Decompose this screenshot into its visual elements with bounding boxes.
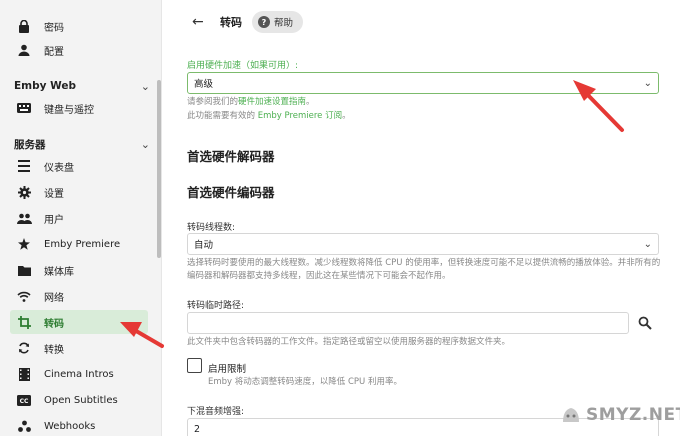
sidebar-item-settings[interactable]: 设置	[10, 180, 148, 204]
sidebar-item-label: 转换	[44, 344, 64, 356]
sidebar-item-library[interactable]: 媒体库	[10, 258, 148, 282]
sidebar-item-users[interactable]: 用户	[10, 206, 148, 230]
svg-text:CC: CC	[20, 398, 29, 405]
sidebar-section-emby-web[interactable]: Emby Web ⌄	[14, 76, 150, 96]
film-icon	[16, 366, 32, 382]
sidebar-item-label: Webhooks	[44, 420, 96, 432]
hw-accel-help-1: 请参阅我们的硬件加速设置指南。	[187, 96, 667, 109]
sync-icon	[16, 340, 32, 356]
crop-icon	[16, 314, 32, 330]
threads-value: 自动	[194, 240, 214, 251]
sidebar-item-label: 媒体库	[44, 266, 74, 278]
keyboard-icon	[16, 100, 32, 116]
help-text: 请参阅我们的	[187, 97, 239, 107]
sidebar-scrollbar[interactable]	[157, 80, 161, 258]
sidebar-item-transcoding[interactable]: 转码	[10, 310, 148, 334]
folder-icon	[16, 262, 32, 278]
cc-icon: CC	[16, 392, 32, 408]
sidebar-item-cinema-intros[interactable]: Cinema Intros	[10, 362, 148, 386]
chevron-down-icon: ⌄	[643, 77, 652, 89]
section-title: 服务器	[14, 138, 46, 151]
hw-accel-help-2: 此功能需要有效的 Emby Premiere 订阅。	[187, 110, 667, 123]
throttle-label: 启用限制	[208, 364, 247, 375]
section-title: Emby Web	[14, 80, 76, 92]
threads-label: 转码线程数:	[187, 223, 236, 233]
sidebar-item-label: 网络	[44, 292, 64, 304]
hw-accel-select[interactable]: 高级 ⌄	[187, 72, 659, 94]
sidebar-item-dashboard[interactable]: 仪表盘	[10, 154, 148, 178]
star-icon	[16, 236, 32, 252]
sidebar-item-label: 配置	[44, 46, 64, 58]
person-icon	[16, 42, 32, 58]
sidebar-item-label: 密码	[44, 22, 64, 34]
sidebar-item-label: Cinema Intros	[44, 368, 114, 380]
gear-icon	[16, 184, 32, 200]
dashboard-icon	[16, 158, 32, 174]
temp-path-help: 此文件夹中包含转码器的工作文件。指定路径或留空以使用服务器的程序数据文件夹。	[187, 337, 511, 347]
sidebar-section-server[interactable]: 服务器 ⌄	[14, 134, 150, 154]
emby-premiere-link[interactable]: Emby Premiere 订阅	[258, 111, 342, 121]
decoders-section-title: 首选硬件解码器	[187, 149, 275, 164]
downmix-label: 下混音频增强:	[187, 407, 245, 417]
encoders-section-title: 首选硬件编码器	[187, 185, 275, 200]
page-title: 转码	[220, 16, 242, 29]
watermark-logo-icon	[560, 404, 582, 426]
sidebar: 密码 配置 Emby Web ⌄ 键盘与遥控 服务器 ⌄ 仪表盘 设置 用户 E…	[0, 0, 162, 436]
help-button[interactable]: ? 帮助	[252, 11, 304, 33]
sidebar-item-password[interactable]: 密码	[10, 14, 148, 38]
users-icon	[16, 210, 32, 226]
help-icon: ?	[258, 16, 270, 28]
throttle-help: Emby 将动态调整转码速度，以降低 CPU 利用率。	[208, 377, 402, 387]
help-text: 此功能需要有效的	[187, 111, 258, 121]
sidebar-item-webhooks[interactable]: Webhooks	[10, 414, 148, 436]
help-text: 。	[306, 97, 315, 107]
sidebar-item-network[interactable]: 网络	[10, 284, 148, 308]
watermark-text: SMYZ.NET	[586, 405, 680, 425]
sidebar-item-label: Open Subtitles	[44, 394, 118, 406]
wifi-icon	[16, 288, 32, 304]
threads-select[interactable]: 自动 ⌄	[187, 233, 659, 255]
hw-accel-value: 高级	[194, 79, 214, 90]
sidebar-item-label: 转码	[44, 318, 64, 330]
webhook-icon	[16, 418, 32, 434]
sidebar-item-open-subtitles[interactable]: CC Open Subtitles	[10, 388, 148, 412]
sidebar-item-keyboard[interactable]: 键盘与遥控	[10, 96, 148, 120]
sidebar-item-label: Emby Premiere	[44, 238, 121, 250]
sidebar-item-label: 仪表盘	[44, 162, 74, 174]
page-header: ← 转码 ? 帮助	[192, 10, 304, 34]
search-icon[interactable]	[638, 315, 652, 330]
lock-icon	[16, 18, 32, 34]
help-text: 。	[342, 111, 351, 121]
chevron-down-icon: ⌄	[643, 238, 652, 250]
throttle-checkbox[interactable]	[187, 358, 202, 373]
sidebar-item-label: 设置	[44, 188, 64, 200]
chevron-down-icon: ⌄	[140, 137, 150, 151]
temp-path-input[interactable]	[187, 312, 629, 334]
sidebar-item-conversion[interactable]: 转换	[10, 336, 148, 360]
hw-accel-label: 启用硬件加速（如果可用）:	[187, 61, 299, 71]
sidebar-item-profile[interactable]: 配置	[10, 38, 148, 62]
back-arrow-icon[interactable]: ←	[192, 14, 210, 30]
sidebar-item-label: 键盘与遥控	[44, 104, 94, 116]
threads-help: 选择转码时要使用的最大线程数。减少线程数将降低 CPU 的使用率，但转换速度可能…	[187, 258, 661, 281]
watermark: SMYZ.NET	[560, 404, 680, 426]
hw-guide-link[interactable]: 硬件加速设置指南	[238, 97, 306, 107]
sidebar-item-emby-premiere[interactable]: Emby Premiere	[10, 232, 148, 256]
temp-path-label: 转码临时路径:	[187, 301, 245, 311]
chevron-down-icon: ⌄	[140, 79, 150, 93]
help-button-label: 帮助	[274, 18, 294, 29]
sidebar-item-label: 用户	[44, 214, 64, 226]
